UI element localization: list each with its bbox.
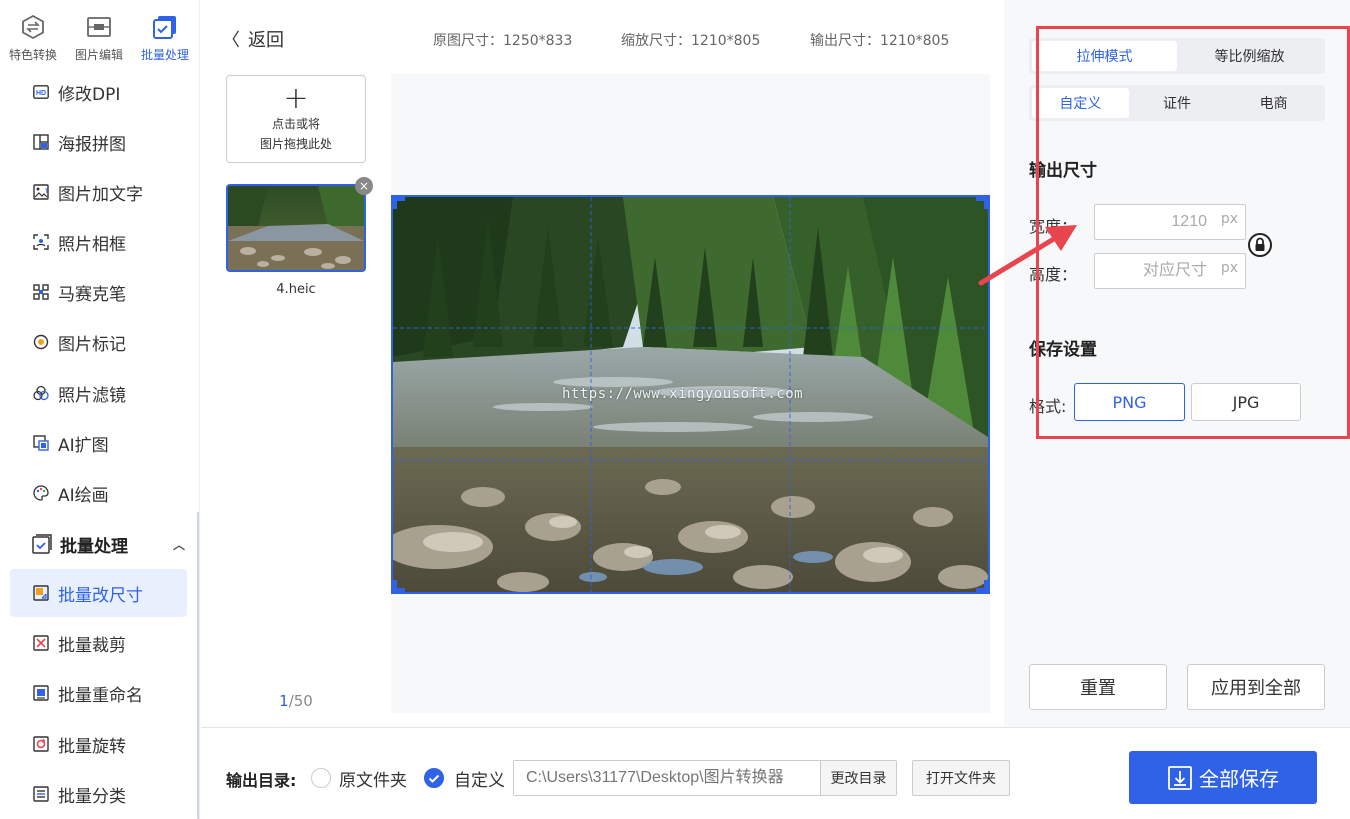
sidebar-item-batch-crop[interactable]: 批量裁剪: [10, 619, 187, 667]
sidebar-item-batch-rotate[interactable]: 批量旋转: [10, 720, 187, 768]
reset-button[interactable]: 重置: [1029, 664, 1167, 710]
download-icon: [1168, 765, 1192, 790]
sidebar-item-label: 照片相框: [58, 234, 126, 255]
chevron-left-icon: 〈: [222, 30, 240, 51]
sidebar-item-label: 批量分类: [58, 786, 126, 807]
open-folder-button[interactable]: 打开文件夹: [912, 760, 1010, 796]
upload-hint-line2: 图片拖拽此处: [259, 137, 332, 151]
hd-icon: HD: [32, 83, 50, 101]
sidebar-item-label: 图片加文字: [58, 184, 143, 205]
back-button[interactable]: 〈 返回: [222, 26, 284, 52]
remove-thumbnail-button[interactable]: ×: [355, 177, 373, 195]
sidebar-top-tabs: 特色转换 图片编辑 批量处理: [0, 0, 199, 70]
tab-feature-convert[interactable]: 特色转换: [0, 0, 66, 70]
radio-custom-label[interactable]: 自定义: [454, 766, 505, 791]
tab-image-edit[interactable]: 图片编辑: [66, 0, 132, 70]
tab-batch-process-label: 批量处理: [140, 48, 189, 62]
batch-icon: [32, 534, 52, 554]
save-all-button[interactable]: 全部保存: [1129, 751, 1317, 804]
sidebar-item-label: 马赛克笔: [58, 284, 126, 305]
tab-image-edit-label: 图片编辑: [74, 48, 123, 62]
image-thumbnail[interactable]: [226, 184, 366, 272]
plus-icon: +: [283, 81, 309, 116]
svg-text:T: T: [45, 189, 49, 195]
scaled-size: 缩放尺寸：1210*805: [621, 33, 761, 49]
rename-icon: [32, 684, 50, 702]
crop-handle-bottom-left[interactable]: [393, 580, 405, 592]
radio-custom[interactable]: [424, 768, 444, 788]
crop-handle-bottom-right[interactable]: [976, 580, 988, 592]
sidebar-item-modify-dpi[interactable]: HD 修改DPI: [10, 68, 187, 116]
annotation-arrow-icon: [978, 225, 1077, 286]
sidebar-item-label: 海报拼图: [58, 134, 126, 155]
crop-handle-top-left[interactable]: [393, 197, 405, 209]
sidebar-item-batch-rename[interactable]: 批量重命名: [10, 669, 187, 717]
sidebar-item-label: 批量重命名: [58, 685, 143, 706]
tab-batch-process[interactable]: 批量处理: [132, 0, 198, 70]
ai-expand-icon: [32, 434, 50, 452]
sidebar-item-label: AI扩图: [58, 435, 109, 456]
resize-icon: [32, 584, 50, 602]
crop-icon: [32, 634, 50, 652]
watermark-text: https://www.xingyousoft.com: [562, 386, 804, 402]
image-text-icon: T: [32, 183, 50, 201]
rotate-icon: [32, 735, 50, 753]
radio-original-folder-label[interactable]: 原文件夹: [339, 766, 407, 791]
radio-original-folder[interactable]: [311, 768, 331, 788]
pager: 1/50: [226, 692, 366, 710]
frame-icon: [32, 233, 50, 251]
sidebar-item-image-mark[interactable]: 图片标记: [10, 318, 187, 366]
svg-text:HD: HD: [36, 90, 46, 97]
chevron-up-icon: ︿: [172, 538, 185, 552]
output-path-field[interactable]: 更改目录: [513, 760, 897, 796]
mark-icon: [32, 333, 50, 351]
mosaic-icon: [32, 283, 50, 301]
collage-icon: [32, 133, 50, 151]
save-all-label: 全部保存: [1199, 767, 1279, 791]
river-thumbnail-image: [228, 186, 364, 270]
sidebar-item-label: 批量改尺寸: [58, 585, 143, 606]
crop-handle-top-right[interactable]: [976, 197, 988, 209]
filter-icon: [32, 384, 50, 402]
sidebar-item-photo-filter[interactable]: 照片滤镜: [10, 369, 187, 417]
original-size: 原图尺寸：1250*833: [433, 33, 573, 49]
sidebar-item-mosaic-pen[interactable]: 马赛克笔: [10, 268, 187, 316]
output-dir-label: 输出目录:: [226, 771, 297, 790]
sidebar-item-label: AI绘画: [58, 485, 109, 506]
image-edit-icon: [87, 17, 111, 37]
sidebar-item-ai-painting[interactable]: AI绘画: [10, 469, 187, 517]
palette-icon: [32, 484, 50, 502]
sidebar-item-label: 图片标记: [58, 334, 126, 355]
sidebar-item-batch-classify[interactable]: 批量分类: [10, 770, 187, 818]
back-label: 返回: [248, 30, 284, 51]
change-dir-button[interactable]: 更改目录: [820, 761, 896, 795]
thumbnail-filename: 4.heic: [276, 282, 316, 297]
sidebar-group-batch[interactable]: 批量处理 ︿: [10, 520, 187, 568]
output-size: 输出尺寸：1210*805: [810, 33, 950, 49]
classify-icon: [32, 785, 50, 803]
sidebar-group-label: 批量处理: [60, 536, 128, 557]
sidebar-item-poster-collage[interactable]: 海报拼图: [10, 118, 187, 166]
sidebar-item-label: 修改DPI: [58, 84, 121, 105]
sidebar-item-label: 批量旋转: [58, 736, 126, 757]
tab-feature-convert-label: 特色转换: [8, 48, 57, 62]
swap-icon: [22, 14, 44, 40]
output-path-input[interactable]: [514, 761, 820, 795]
sidebar-item-label: 照片滤镜: [58, 385, 126, 406]
upload-dropzone[interactable]: + 点击或将 图片拖拽此处: [226, 75, 366, 163]
sidebar-item-batch-resize[interactable]: 批量改尺寸: [10, 569, 187, 617]
upload-hint-line1: 点击或将: [271, 117, 320, 131]
pager-current: 1: [279, 692, 289, 710]
sidebar-item-label: 批量裁剪: [58, 635, 126, 656]
pager-total: /50: [288, 692, 313, 710]
check-icon: [428, 774, 440, 783]
sidebar-scrollbar[interactable]: [197, 512, 199, 819]
sidebar: 特色转换 图片编辑 批量处理 HD 修改DPI 海报拼图 T 图片加文字 照片相…: [0, 0, 200, 819]
sidebar-item-photo-frame[interactable]: 照片相框: [10, 218, 187, 266]
sidebar-item-ai-expand[interactable]: AI扩图: [10, 419, 187, 467]
apply-all-button[interactable]: 应用到全部: [1187, 664, 1325, 710]
batch-icon: [153, 16, 176, 39]
sidebar-item-image-text[interactable]: T 图片加文字: [10, 168, 187, 216]
